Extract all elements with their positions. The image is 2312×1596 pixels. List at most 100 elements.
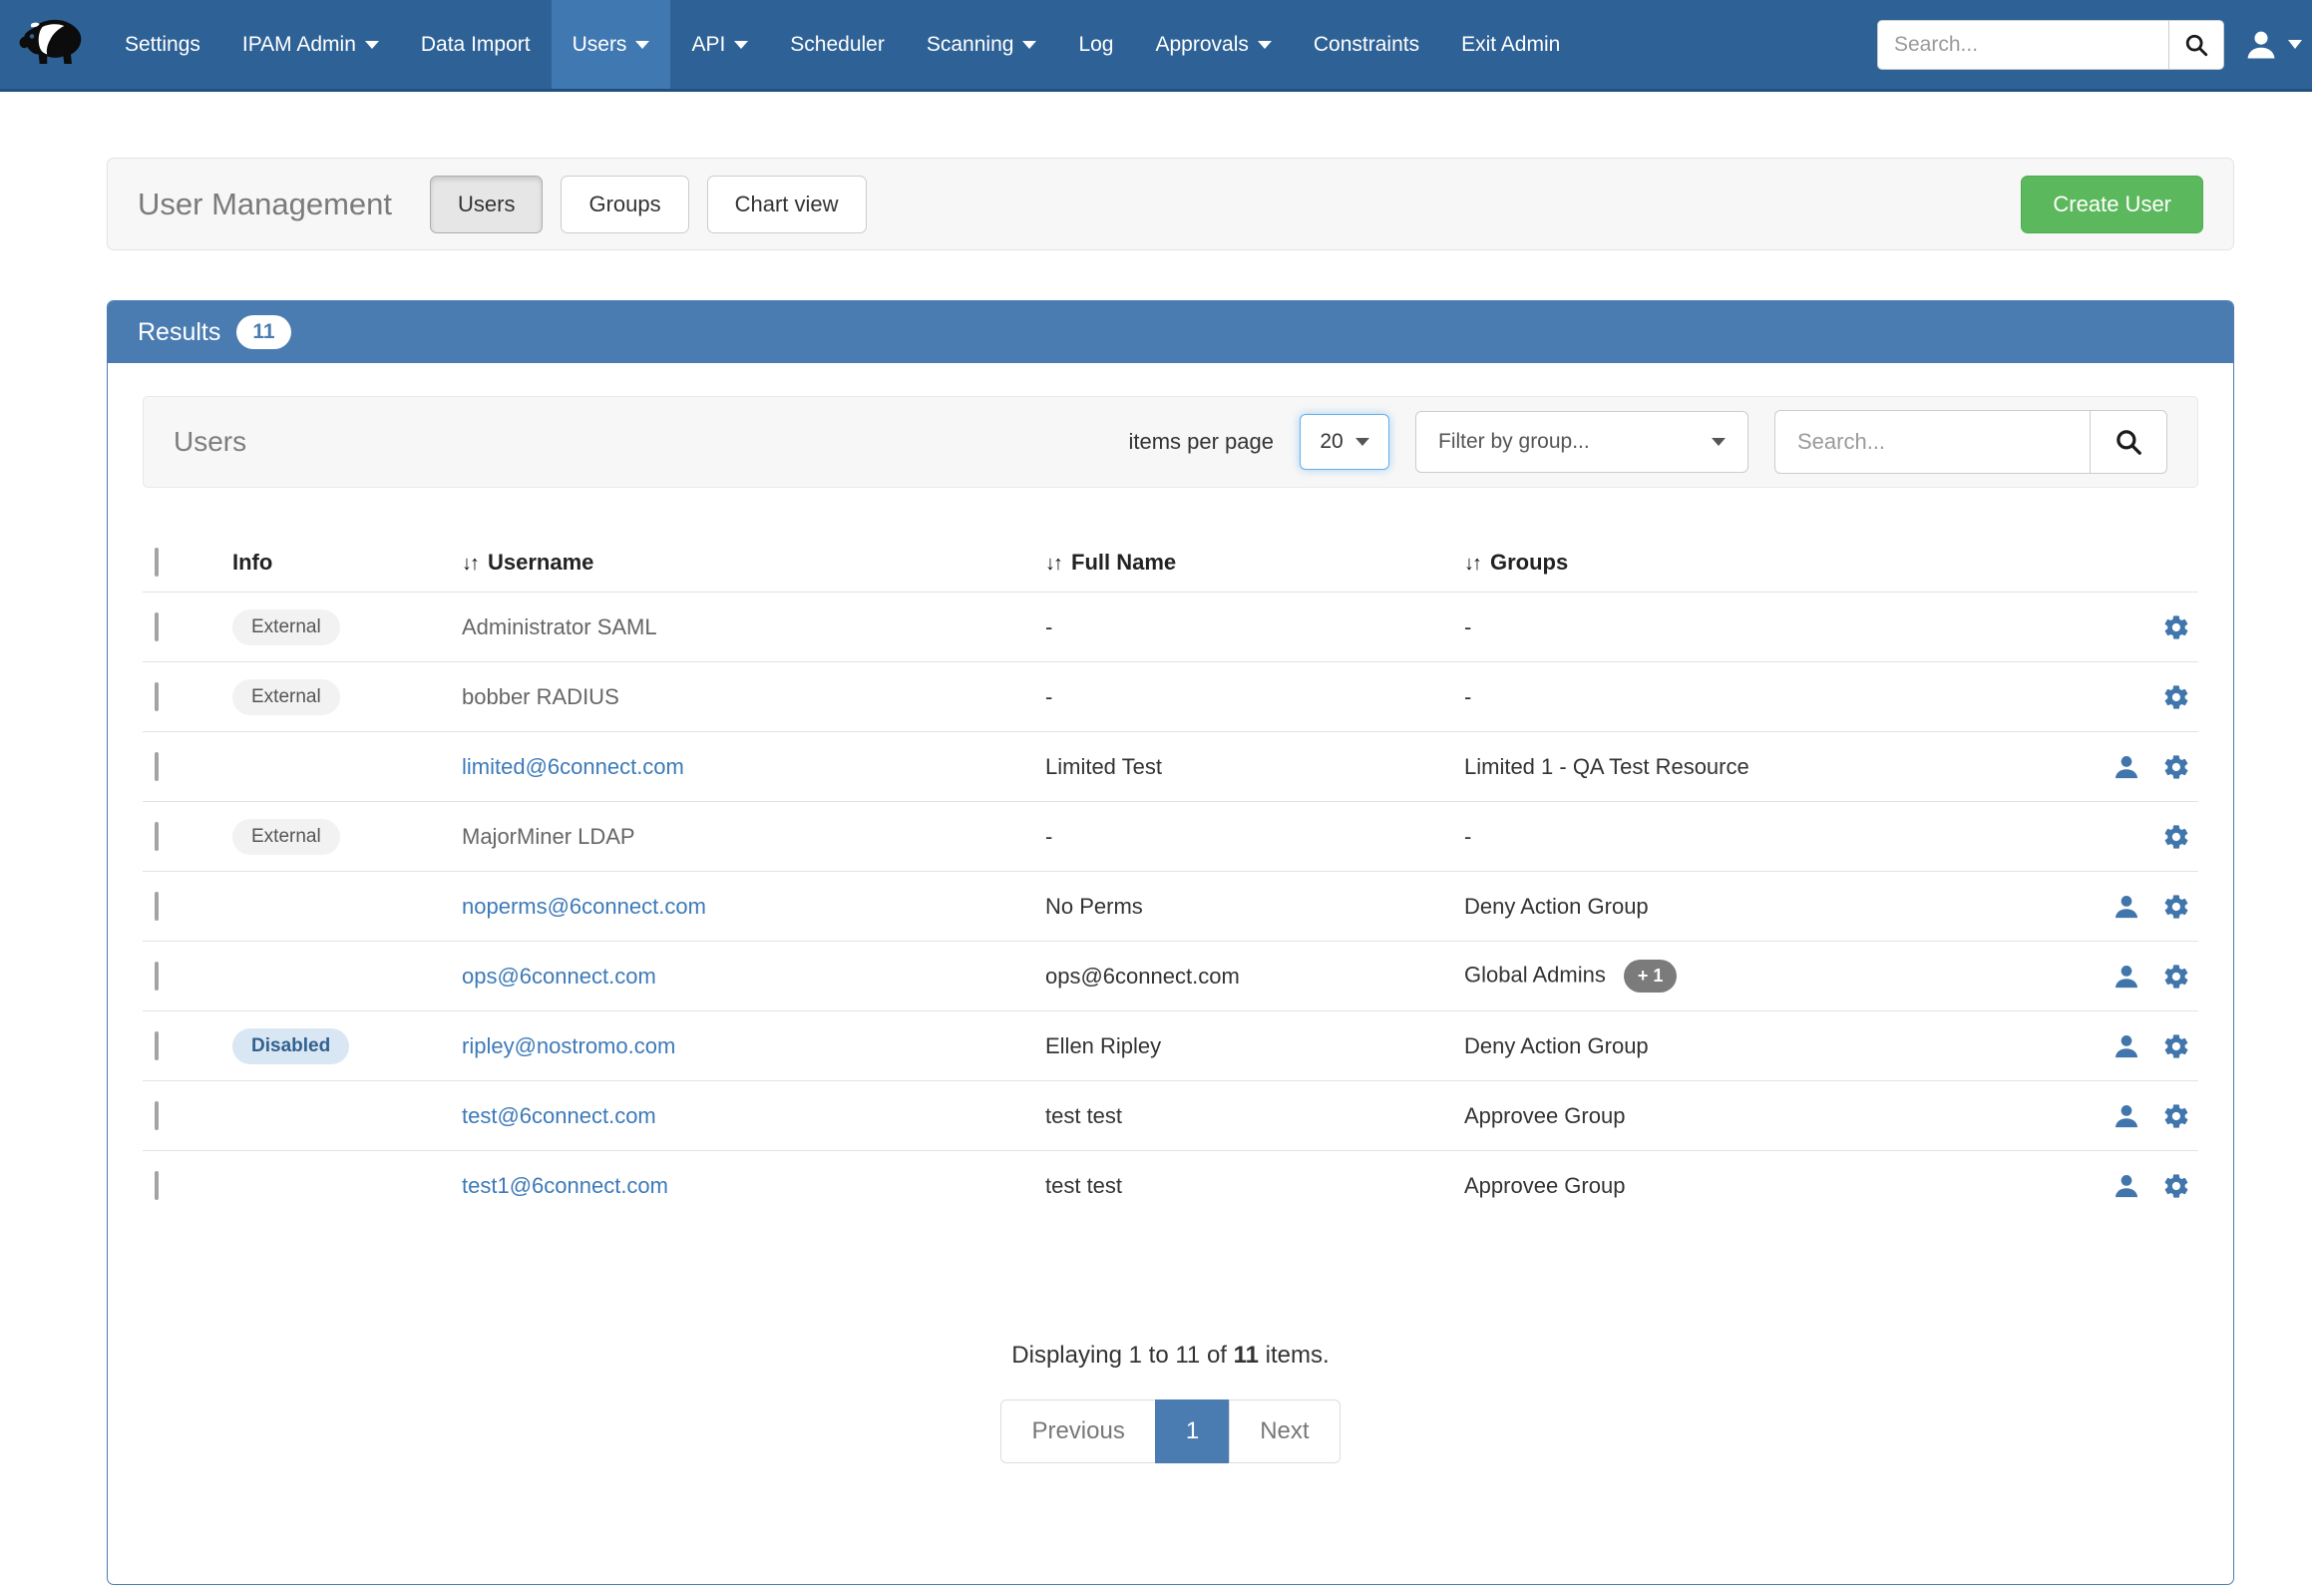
nav-item-log[interactable]: Log [1057, 0, 1134, 89]
groups-text: Limited 1 - QA Test Resource [1464, 754, 1749, 779]
header-full-name[interactable]: ↓↑Full Name [1045, 550, 1464, 576]
info-cell: External [232, 819, 462, 855]
table-search-button[interactable] [2090, 410, 2167, 474]
actions-cell [2023, 753, 2198, 781]
row-checkbox[interactable] [155, 1171, 159, 1200]
row-checkbox[interactable] [155, 682, 159, 711]
username-link[interactable]: limited@6connect.com [462, 754, 684, 779]
row-checkbox[interactable] [155, 1101, 159, 1130]
username-text: MajorMiner LDAP [462, 824, 635, 849]
user-menu[interactable] [2244, 28, 2302, 62]
row-checkbox[interactable] [155, 962, 159, 991]
full-name-cell: test test [1045, 1173, 1464, 1199]
info-cell: External [232, 609, 462, 645]
page-button-previous[interactable]: Previous [1000, 1399, 1155, 1463]
nav-item-label: Log [1078, 33, 1113, 57]
chevron-down-icon [734, 41, 748, 49]
user-icon[interactable] [2113, 893, 2140, 921]
filter-by-group-select[interactable]: Filter by group... [1415, 411, 1748, 473]
gear-icon[interactable] [2162, 963, 2190, 991]
full-name-cell: - [1045, 824, 1464, 850]
nav-item-label: Settings [125, 33, 200, 57]
groups-text: Global Admins [1464, 962, 1606, 987]
user-icon[interactable] [2113, 1172, 2140, 1200]
chevron-down-icon [1258, 41, 1272, 49]
gear-icon[interactable] [2162, 1032, 2190, 1060]
nav-item-data-import[interactable]: Data Import [400, 0, 552, 89]
groups-cell: Deny Action Group [1464, 894, 2023, 920]
nav-item-label: Constraints [1314, 33, 1419, 57]
nav-item-ipam-admin[interactable]: IPAM Admin [221, 0, 400, 89]
navbar-search-button[interactable] [2168, 20, 2224, 70]
nav-item-scanning[interactable]: Scanning [906, 0, 1058, 89]
nav-item-settings[interactable]: Settings [104, 0, 221, 89]
full-name-cell: Ellen Ripley [1045, 1033, 1464, 1059]
gear-icon[interactable] [2162, 893, 2190, 921]
view-button-groups[interactable]: Groups [561, 176, 688, 233]
more-groups-badge[interactable]: + 1 [1624, 960, 1678, 993]
username-link[interactable]: test@6connect.com [462, 1103, 656, 1128]
sort-icon: ↓↑ [1464, 553, 1480, 575]
page-header-panel: User Management UsersGroupsChart view Cr… [107, 158, 2234, 250]
groups-text: - [1464, 824, 1471, 849]
gear-icon[interactable] [2162, 823, 2190, 851]
create-user-button[interactable]: Create User [2021, 176, 2203, 233]
nav-item-label: Scheduler [790, 33, 885, 57]
username-link[interactable]: noperms@6connect.com [462, 894, 706, 919]
gear-icon[interactable] [2162, 683, 2190, 711]
page-button-next[interactable]: Next [1229, 1399, 1340, 1463]
username-cell: Administrator SAML [462, 614, 1045, 640]
nav-item-constraints[interactable]: Constraints [1293, 0, 1440, 89]
nav-item-users[interactable]: Users [552, 0, 671, 89]
items-per-page-label: items per page [1128, 429, 1274, 455]
table-row: ops@6connect.comops@6connect.comGlobal A… [143, 941, 2198, 1010]
full-name-cell: test test [1045, 1103, 1464, 1129]
gear-icon[interactable] [2162, 1172, 2190, 1200]
groups-cell: Deny Action Group [1464, 1033, 2023, 1059]
full-name-cell: - [1045, 684, 1464, 710]
username-link[interactable]: ops@6connect.com [462, 964, 656, 989]
row-checkbox[interactable] [155, 612, 159, 641]
row-checkbox[interactable] [155, 892, 159, 921]
view-button-users[interactable]: Users [430, 176, 543, 233]
groups-text: Approvee Group [1464, 1173, 1625, 1198]
mammoth-logo[interactable] [0, 0, 104, 89]
chevron-down-icon [1355, 438, 1369, 446]
user-icon[interactable] [2113, 1032, 2140, 1060]
username-link[interactable]: ripley@nostromo.com [462, 1033, 675, 1058]
gear-icon[interactable] [2162, 613, 2190, 641]
chevron-down-icon [2288, 40, 2302, 49]
page-button-1[interactable]: 1 [1155, 1399, 1230, 1463]
full-name-cell: ops@6connect.com [1045, 964, 1464, 990]
row-checkbox[interactable] [155, 1031, 159, 1060]
navbar-search-input[interactable] [1877, 20, 2168, 70]
nav-item-api[interactable]: API [670, 0, 769, 89]
gear-icon[interactable] [2162, 1102, 2190, 1130]
nav-item-exit-admin[interactable]: Exit Admin [1440, 0, 1581, 89]
header-username[interactable]: ↓↑Username [462, 550, 1045, 576]
header-groups[interactable]: ↓↑Groups [1464, 550, 2023, 576]
username-cell: test1@6connect.com [462, 1173, 1045, 1199]
user-icon[interactable] [2113, 753, 2140, 781]
nav-item-label: API [691, 33, 725, 57]
user-icon[interactable] [2113, 963, 2140, 991]
nav-item-approvals[interactable]: Approvals [1134, 0, 1292, 89]
view-button-chart-view[interactable]: Chart view [707, 176, 867, 233]
row-checkbox[interactable] [155, 822, 159, 851]
gear-icon[interactable] [2162, 753, 2190, 781]
items-per-page-select[interactable]: 20 [1300, 414, 1389, 470]
table-row: Disabledripley@nostromo.comEllen RipleyD… [143, 1010, 2198, 1080]
groups-cell: Limited 1 - QA Test Resource [1464, 754, 2023, 780]
navbar-menu: Settings IPAM AdminData ImportUsers API Sch… [104, 0, 1581, 89]
results-panel: Results 11 Users items per page 20 Filte… [107, 300, 2234, 1585]
row-checkbox[interactable] [155, 752, 159, 781]
table-search-input[interactable] [1774, 410, 2090, 474]
table-row: ExternalAdministrator SAML-- [143, 592, 2198, 661]
table-row: ExternalMajorMiner LDAP -- [143, 801, 2198, 871]
table-row: test1@6connect.com test testApprovee Grou… [143, 1150, 2198, 1220]
groups-cell: - [1464, 824, 2023, 850]
nav-item-scheduler[interactable]: Scheduler [769, 0, 906, 89]
select-all-checkbox[interactable] [155, 548, 159, 577]
username-link[interactable]: test1@6connect.com [462, 1173, 668, 1198]
user-icon[interactable] [2113, 1102, 2140, 1130]
